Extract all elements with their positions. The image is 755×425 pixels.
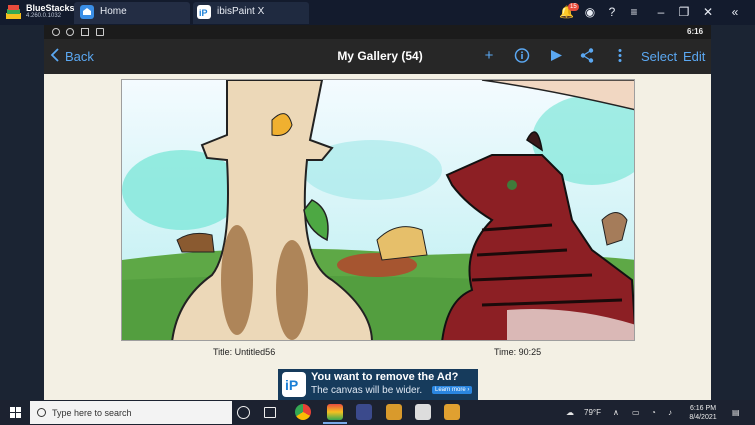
- more-options-icon[interactable]: [612, 47, 628, 64]
- app-icon-6[interactable]: [444, 404, 460, 420]
- app-icon-3[interactable]: [356, 404, 372, 420]
- artwork-time: Time: 90:25: [494, 347, 542, 357]
- back-arrow-icon[interactable]: [50, 48, 60, 62]
- status-a-icon: [96, 28, 104, 36]
- svg-text:iP: iP: [285, 377, 298, 393]
- artwork-image: [122, 80, 634, 340]
- home-icon: [80, 5, 94, 19]
- android-status-bar: [44, 25, 711, 39]
- tab-home-label: Home: [100, 6, 127, 17]
- bluestacks-logo-icon: [6, 5, 21, 19]
- weather-temperature[interactable]: 79°F: [584, 408, 601, 417]
- show-hidden-icons-icon[interactable]: ∧: [613, 408, 619, 417]
- ms-app-icon[interactable]: [386, 404, 402, 420]
- active-app-indicator: [323, 422, 347, 424]
- cortana-icon[interactable]: [237, 406, 250, 419]
- ad-headline: You want to remove the Ad?: [311, 371, 459, 383]
- share-icon[interactable]: [579, 47, 595, 64]
- bluestacks-taskbar-icon[interactable]: [327, 404, 343, 420]
- menu-icon[interactable]: ≡: [627, 5, 641, 19]
- ad-subline: The canvas will be wider.: [311, 385, 423, 396]
- add-icon[interactable]: +: [481, 47, 497, 64]
- wifi-icon[interactable]: ◔: [651, 408, 656, 417]
- play-icon[interactable]: [548, 47, 564, 64]
- minimize-icon[interactable]: –: [654, 5, 668, 19]
- status-icon-1: [52, 28, 60, 36]
- battery-icon[interactable]: ▭: [632, 408, 640, 417]
- artwork-thumbnail[interactable]: [121, 79, 635, 341]
- search-input[interactable]: Type here to search: [52, 408, 132, 418]
- windows-start-icon[interactable]: [10, 407, 21, 418]
- sidebar-expand-icon[interactable]: «: [728, 5, 742, 19]
- info-icon[interactable]: [514, 47, 530, 64]
- select-button[interactable]: Select: [641, 49, 677, 64]
- task-view-icon[interactable]: [264, 407, 276, 418]
- back-button[interactable]: Back: [65, 49, 94, 64]
- bluestacks-version: 4.260.0.1032: [26, 13, 62, 19]
- svg-text:iP: iP: [199, 8, 208, 18]
- roblox-icon[interactable]: [415, 404, 431, 420]
- ibispaint-ad-logo-icon: iP: [282, 372, 306, 397]
- bluestacks-name: BlueStacks: [26, 3, 75, 13]
- close-window-icon[interactable]: ✕: [701, 5, 715, 19]
- status-icon-2: [66, 28, 74, 36]
- account-icon[interactable]: ◉: [583, 5, 597, 19]
- ad-learn-more-button[interactable]: Learn more ›: [432, 386, 473, 394]
- clock-time: 6:16 PM: [689, 405, 717, 412]
- volume-icon[interactable]: ♪: [668, 408, 672, 417]
- android-clock: 6:16: [687, 27, 704, 36]
- notifications-icon[interactable]: ▤: [732, 408, 740, 417]
- restore-icon[interactable]: ❐: [677, 5, 691, 19]
- tab-ibispaint-label: ibisPaint X: [217, 6, 265, 17]
- help-icon[interactable]: ?: [605, 5, 619, 19]
- status-play-icon: [81, 28, 89, 36]
- chrome-icon[interactable]: [295, 404, 311, 420]
- clock-date: 8/4/2021: [689, 414, 717, 421]
- artwork-title: Title: Untitled56: [213, 347, 276, 357]
- page-title: My Gallery (54): [337, 49, 423, 63]
- search-icon: [37, 408, 46, 417]
- edit-button[interactable]: Edit: [683, 49, 705, 64]
- ibispaint-app-icon: iP: [197, 5, 211, 19]
- taskbar-clock[interactable]: 6:16 PM 8/4/2021: [688, 404, 718, 422]
- notification-badge: 15: [568, 3, 579, 11]
- weather-icon[interactable]: ☁: [566, 408, 574, 417]
